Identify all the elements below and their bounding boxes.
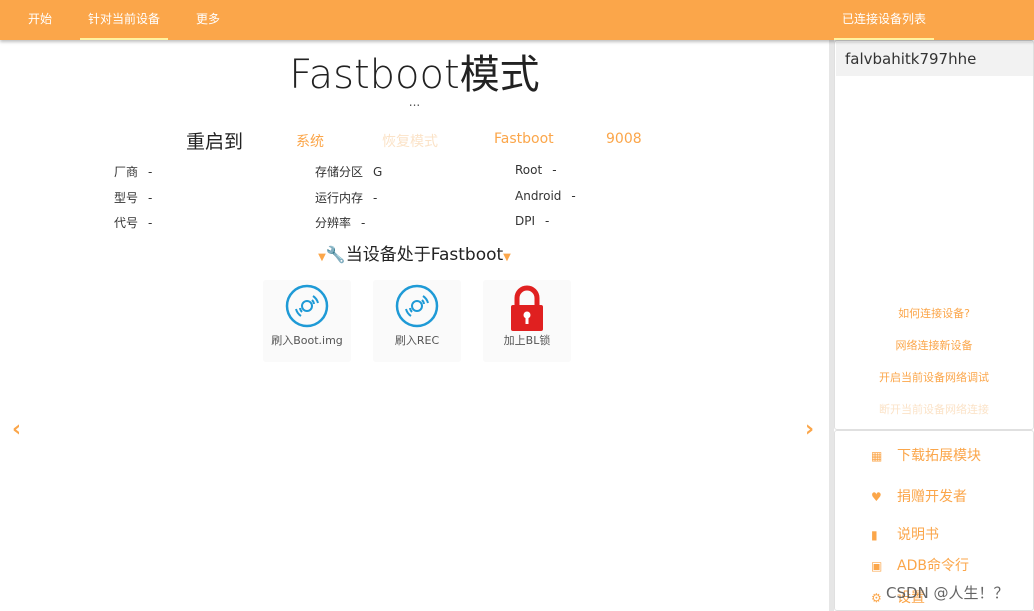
info-value: - [361,216,366,230]
menu-label: 捐赠开发者 [897,489,967,505]
flash-rec-button[interactable]: 刷入REC [373,280,461,362]
info-label: Android [515,189,562,203]
caret-down-icon: ▼ [318,252,326,263]
info-value: - [571,189,576,203]
reboot-system-button[interactable]: 系统 [296,131,324,151]
previous-arrow-icon[interactable]: ‹ [12,417,21,442]
menu-donate[interactable]: ♥ 捐赠开发者 [871,486,967,506]
next-arrow-icon[interactable]: › [805,417,814,442]
top-navigation-bar: 开始 针对当前设备 更多 已连接设备列表 [0,0,1034,40]
device-list-panel: falvbahitk797hhe 如何连接设备? 网络连接新设备 开启当前设备网… [834,40,1034,430]
info-ram: 运行内存 - [315,189,377,206]
action-label: 刷入REC [394,334,440,347]
grid-icon: ▦ [871,449,883,463]
info-label: DPI [515,214,536,228]
caret-down-icon: ▼ [503,252,511,263]
section-title: 当设备处于Fastboot [345,245,504,265]
reboot-label: 重启到 [186,131,244,153]
info-vendor: 厂商 - [114,163,152,180]
info-label: 分辨率 [315,216,352,230]
enable-network-debug-link[interactable]: 开启当前设备网络调试 [835,369,1033,385]
lock-icon [505,284,549,331]
terminal-icon: ▣ [871,559,883,573]
menu-manual[interactable]: ▮ 说明书 [871,524,939,544]
disconnect-network-link[interactable]: 断开当前设备网络连接 [835,401,1033,417]
info-model: 型号 - [114,189,152,206]
reboot-fastboot-button[interactable]: Fastboot [494,131,554,147]
menu-label: 下载拓展模块 [897,448,981,464]
info-label: Root [515,163,543,177]
network-connect-link[interactable]: 网络连接新设备 [835,337,1033,353]
book-icon: ▮ [871,528,878,542]
main-panel: Fastboot模式 ... 重启到 系统 恢复模式 Fastboot 9008… [0,40,829,611]
disc-icon [395,284,439,328]
info-value: - [148,216,153,230]
tab-more[interactable]: 更多 [186,0,230,40]
info-label: 厂商 [114,165,139,179]
info-storage: 存储分区 G [315,163,382,180]
menu-label: ADB命令行 [897,558,969,574]
info-value: - [148,165,153,179]
page-subtitle: ... [408,95,421,109]
bl-lock-button[interactable]: 加上BL锁 [483,280,571,362]
info-value: - [148,191,153,205]
info-label: 代号 [114,216,139,230]
fastboot-section-header[interactable]: ▼🔧当设备处于Fastboot▼ [0,240,829,265]
heart-icon: ♥ [871,490,882,504]
reboot-recovery-button[interactable]: 恢复模式 [382,131,438,151]
info-value: - [373,191,378,205]
info-label: 运行内存 [315,191,364,205]
info-value: G [373,165,383,179]
info-label: 型号 [114,191,139,205]
menu-adb-terminal[interactable]: ▣ ADB命令行 [871,555,969,575]
menu-label: 说明书 [897,527,939,543]
wrench-icon: 🔧 [325,245,346,264]
tab-start[interactable]: 开始 [18,0,62,40]
info-resolution: 分辨率 - [315,214,365,231]
flash-boot-button[interactable]: 刷入Boot.img [263,280,351,362]
watermark: CSDN @人生！？ [886,584,1009,602]
gear-icon: ⚙ [871,591,882,605]
info-android: Android - [515,189,576,203]
reboot-9008-button[interactable]: 9008 [606,131,642,147]
how-to-connect-link[interactable]: 如何连接设备? [835,305,1033,321]
tab-connected-devices[interactable]: 已连接设备列表 [834,0,934,40]
info-value: - [545,214,550,228]
page-title: Fastboot模式 [289,52,540,98]
action-label: 刷入Boot.img [271,334,343,347]
tab-current-device[interactable]: 针对当前设备 [80,0,168,40]
info-codename: 代号 - [114,214,152,231]
info-dpi: DPI - [515,214,549,228]
disc-icon [285,284,329,328]
menu-download-modules[interactable]: ▦ 下载拓展模块 [871,445,981,465]
info-root: Root - [515,163,557,177]
info-label: 存储分区 [315,165,364,179]
action-label: 加上BL锁 [503,334,551,347]
info-value: - [552,163,557,177]
device-list-item[interactable]: falvbahitk797hhe [836,42,1033,76]
